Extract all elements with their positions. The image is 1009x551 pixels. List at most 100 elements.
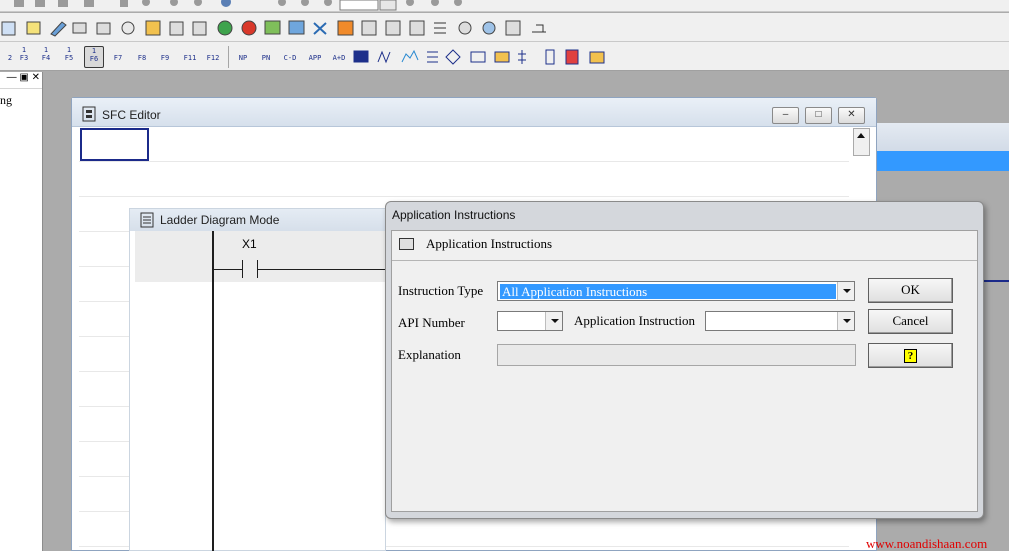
background-window-selection bbox=[877, 151, 1009, 171]
project-panel: — ▣ ✕ ng bbox=[0, 72, 43, 551]
bracket-icon bbox=[545, 49, 555, 65]
ladder-diagram-window[interactable]: Ladder Diagram Mode X1 bbox=[129, 208, 387, 551]
scroll-up-icon[interactable] bbox=[854, 129, 869, 141]
zoom-combo bbox=[339, 0, 379, 11]
find-icon bbox=[458, 21, 472, 35]
dialog-content: Application Instructions Instruction Typ… bbox=[391, 230, 978, 512]
pencil-icon bbox=[50, 21, 67, 37]
cut-icon bbox=[14, 0, 24, 7]
ladder-icon bbox=[140, 212, 154, 228]
monitor-icon bbox=[192, 21, 207, 36]
coil-icon bbox=[518, 50, 526, 64]
key-f7[interactable]: F7 bbox=[108, 46, 128, 68]
key-a-plus-d[interactable]: A+D bbox=[329, 46, 349, 68]
key-f12[interactable]: F12 bbox=[203, 46, 223, 68]
ladder-current-row bbox=[135, 231, 387, 282]
mail-icon bbox=[494, 51, 510, 63]
application-instruction-label: Application Instruction bbox=[574, 313, 695, 328]
trend-icon bbox=[401, 49, 419, 63]
zoom-out-icon bbox=[194, 0, 202, 6]
ladder-wire bbox=[212, 269, 387, 270]
key-f8[interactable]: F8 bbox=[132, 46, 152, 68]
compare-icon bbox=[361, 20, 377, 36]
explanation-label: Explanation bbox=[398, 347, 461, 362]
stop-icon bbox=[241, 20, 257, 36]
panel-controls[interactable]: — ▣ ✕ bbox=[0, 72, 42, 89]
key-f6[interactable]: 1 F6 bbox=[84, 46, 104, 68]
help-button[interactable]: ? bbox=[868, 343, 953, 368]
minimize-button[interactable]: – bbox=[772, 107, 799, 124]
ok-button[interactable]: OK bbox=[868, 278, 953, 303]
project-tree-item[interactable]: ng bbox=[0, 89, 42, 108]
api-number-label: API Number bbox=[398, 315, 465, 330]
gear-icon bbox=[121, 21, 135, 35]
dialog-subtitle: Application Instructions bbox=[426, 236, 553, 251]
device-icon bbox=[96, 22, 111, 35]
key-f4[interactable]: 1 F4 bbox=[36, 46, 56, 68]
tool-f-icon bbox=[454, 0, 462, 6]
tool-c-icon bbox=[324, 0, 332, 6]
dialog-title: Application Instructions bbox=[392, 208, 516, 222]
search-icon bbox=[482, 21, 496, 35]
dialog-header: Application Instructions bbox=[392, 231, 977, 261]
key-f11[interactable]: F11 bbox=[180, 46, 200, 68]
timer-icon bbox=[565, 49, 579, 65]
info-icon bbox=[221, 0, 231, 7]
toolbar-row-3: 2 1 F3 1 F4 1 F5 1 F6 F7 F8 F9 F11 F12 NP PN… bbox=[0, 42, 1009, 71]
maximize-button[interactable]: □ bbox=[805, 107, 832, 124]
tool-e-icon bbox=[431, 0, 439, 6]
network-icon bbox=[505, 20, 521, 36]
ladder-diagram-title: Ladder Diagram Mode bbox=[160, 213, 280, 227]
toolbar-row-1-icons bbox=[14, 0, 462, 11]
ladder-icon bbox=[145, 20, 161, 36]
tool-b-icon bbox=[301, 0, 309, 6]
upload-icon bbox=[288, 20, 305, 35]
key-pn[interactable]: PN bbox=[256, 46, 276, 68]
close-button[interactable]: ✕ bbox=[838, 107, 865, 124]
edit-icon bbox=[84, 0, 94, 7]
pid-icon bbox=[353, 50, 369, 63]
explanation-field bbox=[497, 344, 856, 366]
paste-icon bbox=[58, 0, 68, 7]
application-instruction-select[interactable] bbox=[705, 311, 855, 331]
grid-icon bbox=[169, 21, 184, 36]
key-f3[interactable]: 1 F3 bbox=[14, 46, 34, 68]
mode-icon bbox=[120, 0, 128, 7]
toolbar-row-3-icons bbox=[353, 49, 605, 65]
key-f5[interactable]: 1 F5 bbox=[59, 46, 79, 68]
contact-x1-label: X1 bbox=[242, 237, 257, 251]
ladder-left-rail bbox=[212, 231, 214, 551]
ladder-diagram-titlebar[interactable]: Ladder Diagram Mode bbox=[130, 209, 385, 231]
sfc-editor-titlebar[interactable]: SFC Editor – □ ✕ bbox=[72, 98, 876, 127]
setting-icon bbox=[385, 20, 401, 36]
chevron-down-icon[interactable] bbox=[545, 312, 562, 330]
key-app[interactable]: APP bbox=[305, 46, 325, 68]
help-icon: ? bbox=[904, 349, 917, 363]
code-icon bbox=[337, 20, 354, 36]
background-window-title bbox=[877, 123, 1009, 151]
chevron-down-icon[interactable] bbox=[837, 312, 854, 330]
key-np[interactable]: NP bbox=[233, 46, 253, 68]
instruction-type-value: All Application Instructions bbox=[500, 284, 836, 299]
run-icon bbox=[217, 20, 233, 36]
toolbar-row-2 bbox=[0, 13, 1009, 42]
sfc-vertical-scrollbar[interactable] bbox=[853, 128, 870, 156]
cancel-button[interactable]: Cancel bbox=[868, 309, 953, 334]
comment-icon bbox=[72, 22, 87, 34]
copy-icon bbox=[35, 0, 45, 7]
key-f9[interactable]: F9 bbox=[155, 46, 175, 68]
pulse-icon bbox=[377, 50, 391, 64]
key-cd[interactable]: C-D bbox=[280, 46, 300, 68]
instruction-type-select[interactable]: All Application Instructions bbox=[497, 281, 855, 301]
toolbar-row-1 bbox=[0, 0, 1009, 12]
list-icon bbox=[434, 22, 446, 34]
api-number-select[interactable] bbox=[497, 311, 563, 331]
chevron-down-icon[interactable] bbox=[837, 282, 854, 300]
zoom-icon bbox=[142, 0, 150, 6]
instruction-icon bbox=[399, 238, 414, 250]
zoom-in-icon bbox=[170, 0, 178, 6]
counter-icon bbox=[470, 51, 486, 63]
watermark: www.noandishaan.com bbox=[866, 536, 988, 551]
contact-x1[interactable] bbox=[242, 260, 258, 278]
application-instructions-dialog[interactable]: Application Instructions Application Ins… bbox=[385, 201, 984, 519]
